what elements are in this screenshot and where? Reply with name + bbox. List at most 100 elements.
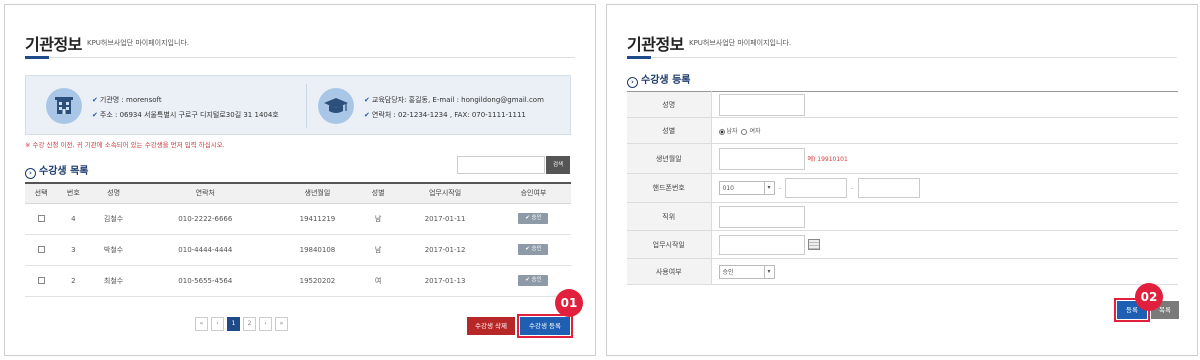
calendar-icon[interactable]: [807, 239, 820, 250]
cell-start-date: 2017-01-12: [394, 234, 496, 266]
prev-page-button[interactable]: ‹: [211, 317, 224, 331]
section-title-label: 수강생 등록: [641, 75, 691, 86]
start-date-label: 업무시작일: [627, 230, 712, 259]
check-icon: ✔: [364, 96, 370, 104]
phone-label: 핸드폰번호: [627, 173, 712, 203]
column-header: 승인여부: [495, 182, 571, 204]
contact-line: ✔ 연락처 : 02-1234-1234 , FAX: 070-1111-1111: [364, 110, 526, 120]
row-checkbox[interactable]: [37, 277, 45, 284]
cell-number: 4: [57, 203, 90, 235]
status-value: 승인: [722, 269, 734, 276]
gender-male-radio[interactable]: [718, 128, 725, 135]
contact-info: 연락처 : 02-1234-1234 , FAX: 070-1111-1111: [371, 111, 526, 119]
check-icon: ✔: [364, 111, 370, 119]
birth-example: 예) 19910101: [807, 155, 848, 163]
column-header: 번호: [57, 182, 90, 204]
birth-input[interactable]: [718, 147, 805, 170]
page-subtitle: KPU허브사업단 마이페이지입니다.: [87, 39, 190, 47]
status-select[interactable]: 승인 ▾: [718, 264, 775, 279]
row-checkbox[interactable]: [37, 215, 45, 222]
title-accent-bar: [627, 56, 651, 59]
manager-info: 교육담당자: 홍길동, E-mail : hongildong@gmail.co…: [371, 96, 544, 104]
phone-middle-input[interactable]: [785, 178, 848, 198]
phone-prefix-select[interactable]: 010 ▾: [718, 181, 775, 195]
step-badge: 01: [555, 289, 583, 317]
manager-line: ✔ 교육담당자: 홍길동, E-mail : hongildong@gmail.c…: [364, 95, 544, 105]
approval-badge: ✔ 승인: [518, 275, 549, 286]
table-row: 4 김철수 010-2222-6666 19411219 남 2017-01-1…: [25, 203, 571, 235]
form-row: 직위: [627, 202, 1178, 231]
graduation-cap-icon: [318, 88, 354, 124]
birth-label: 생년월일: [627, 143, 712, 174]
column-header: 성별: [361, 182, 395, 204]
status-label: 사용여부: [627, 258, 712, 285]
student-register-panel: 기관정보 KPU허브사업단 마이페이지입니다. › 수강생 등록 성명 성별 남자…: [606, 4, 1198, 356]
row-checkbox[interactable]: [37, 246, 45, 253]
column-header: 선택: [25, 182, 58, 204]
phone-dash: -: [778, 185, 781, 192]
title-divider: [25, 57, 575, 58]
cell-start-date: 2017-01-11: [394, 203, 496, 235]
org-name-line: ✔ 기관명 : morensoft: [92, 95, 162, 105]
name-input[interactable]: [718, 93, 805, 116]
gender-male-label: 남자: [726, 128, 738, 135]
column-header: 성명: [89, 182, 138, 204]
name-label: 성명: [627, 91, 712, 118]
delete-student-button[interactable]: 수강생 삭제: [467, 317, 515, 335]
phone-last-input[interactable]: [857, 178, 920, 198]
title-accent-bar: [25, 56, 49, 59]
section-title: › 수강생 목록: [25, 162, 88, 179]
cell-number: 3: [57, 234, 90, 266]
position-input[interactable]: [718, 205, 805, 228]
title-divider: [627, 57, 1177, 58]
info-divider: [306, 84, 307, 128]
gender-label: 성별: [627, 117, 712, 144]
form-row: 성명: [627, 91, 1178, 118]
table-row: 2 최철수 010-5655-4564 19520202 여 2017-01-1…: [25, 265, 571, 297]
cell-birth: 19840108: [272, 234, 362, 266]
search-input[interactable]: [457, 156, 545, 174]
section-title-label: 수강생 목록: [39, 166, 89, 177]
notice-text: ※ 수강 신청 이전, 귀 기관에 소속되어 있는 수강생을 먼저 입력 하십시…: [25, 141, 225, 149]
form-row: 사용여부 승인 ▾: [627, 258, 1178, 285]
check-icon: ✔: [92, 96, 98, 104]
student-list-panel: 기관정보 KPU허브사업단 마이페이지입니다. ✔ 기관명 : morensoft…: [4, 4, 596, 356]
page-subtitle: KPU허브사업단 마이페이지입니다.: [689, 39, 792, 47]
page-title: 기관정보: [25, 35, 82, 54]
gender-female-radio[interactable]: [741, 128, 748, 135]
table-header-row: 선택 번호 성명 연락처 생년월일 성별 업무시작일 승인여부: [25, 182, 571, 204]
page-button[interactable]: 1: [227, 317, 240, 331]
form-row: 생년월일 예) 19910101: [627, 143, 1178, 174]
gender-female-label: 여자: [749, 128, 761, 135]
step-badge: 02: [1135, 283, 1163, 311]
last-page-button[interactable]: »: [275, 317, 288, 331]
org-address-line: ✔ 주소 : 06934 서울특별시 구로구 디지털로30길 31 1404호: [92, 110, 279, 120]
first-page-button[interactable]: «: [195, 317, 208, 331]
page-title: 기관정보: [627, 35, 684, 54]
cell-start-date: 2017-01-13: [394, 265, 496, 297]
form-row: 업무시작일: [627, 230, 1178, 259]
table-row: 3 박철수 010-4444-4444 19840108 남 2017-01-1…: [25, 234, 571, 266]
org-address: 주소 : 06934 서울특별시 구로구 디지털로30길 31 1404호: [99, 111, 279, 119]
register-student-button[interactable]: 수강생 등록: [517, 314, 573, 338]
cell-gender: 남: [361, 203, 395, 235]
column-header: 생년월일: [272, 182, 362, 204]
next-page-button[interactable]: ›: [259, 317, 272, 331]
approval-badge: ✔ 승인: [518, 213, 549, 224]
student-table: 선택 번호 성명 연락처 생년월일 성별 업무시작일 승인여부 4 김철수 01…: [25, 182, 571, 297]
position-label: 직위: [627, 202, 712, 231]
page-button[interactable]: 2: [243, 317, 256, 331]
form-row: 성별 남자 여자: [627, 117, 1178, 144]
phone-prefix-value: 010: [722, 184, 734, 192]
organization-info-box: ✔ 기관명 : morensoft ✔ 주소 : 06934 서울특별시 구로구 디…: [25, 75, 571, 135]
cell-name: 최철수: [89, 265, 138, 297]
section-title: › 수강생 등록: [627, 71, 690, 88]
building-icon: [46, 88, 82, 124]
cell-phone: 010-4444-4444: [137, 234, 273, 266]
search-button[interactable]: 검색: [546, 156, 570, 174]
cell-birth: 19520202: [272, 265, 362, 297]
start-date-input[interactable]: [718, 234, 805, 255]
cell-gender: 여: [361, 265, 395, 297]
pagination: « ‹ 1 2 › »: [195, 317, 288, 331]
register-form: 성명 성별 남자 여자 생년월일 예) 19910101 핸드폰번호 010 ▾ …: [627, 91, 1178, 285]
